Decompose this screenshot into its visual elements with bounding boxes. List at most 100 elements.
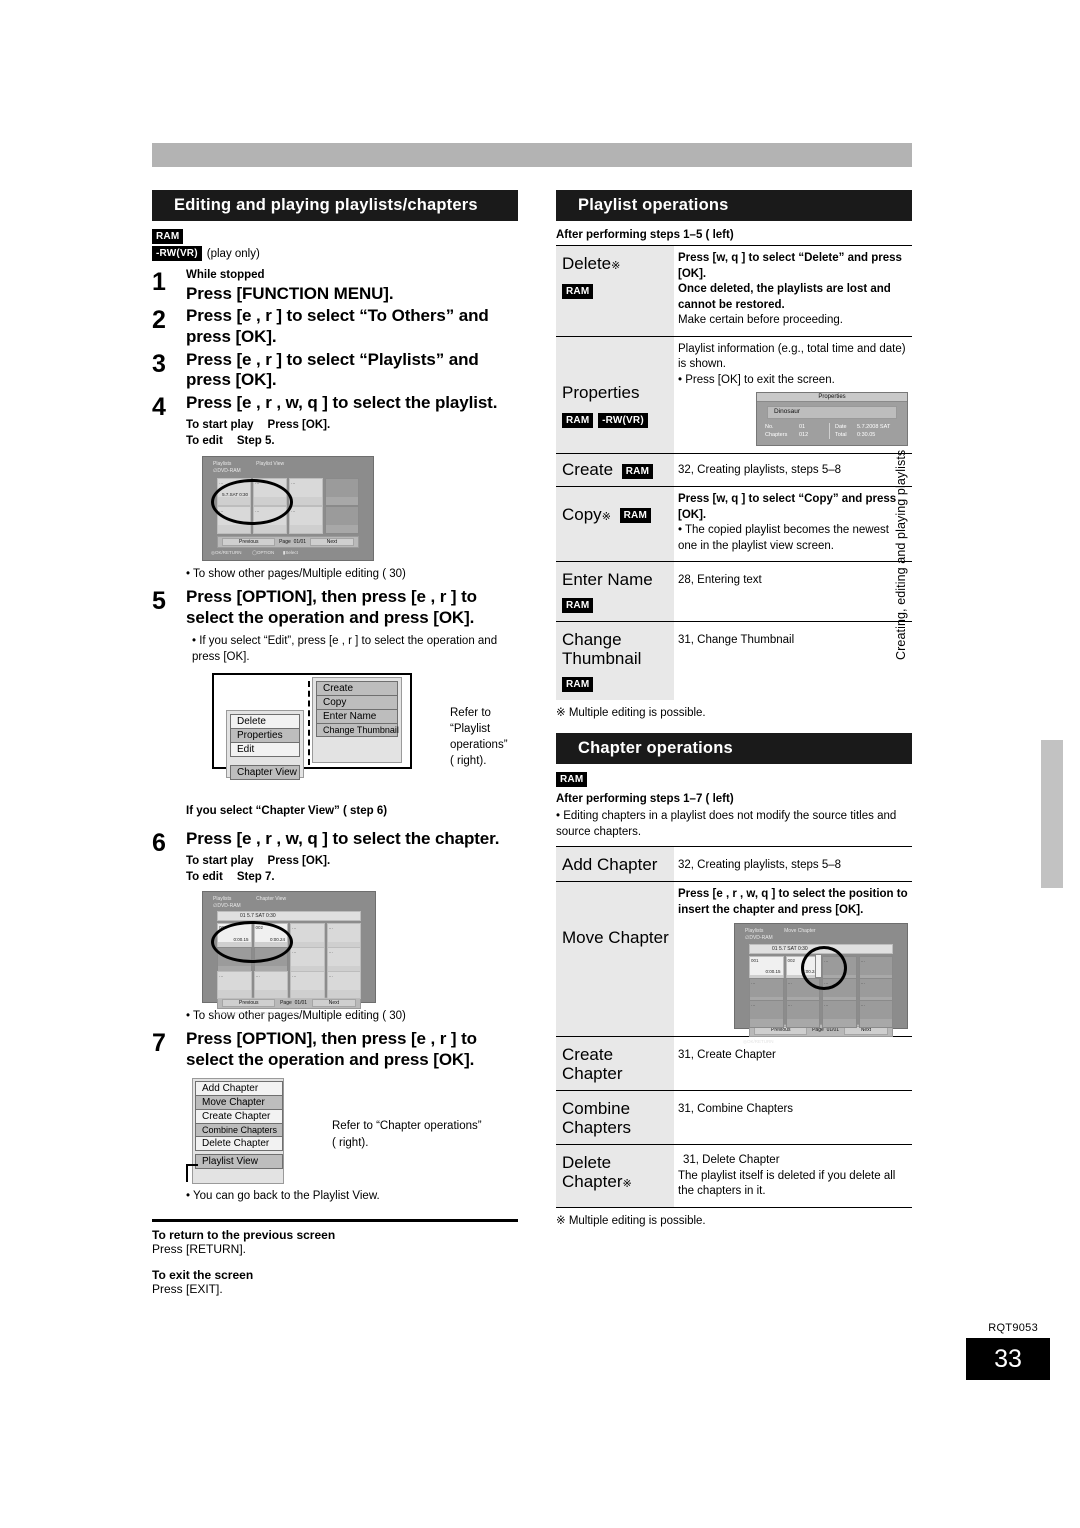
refer-arrow-icon	[410, 709, 444, 729]
chapter-cell[interactable]: …	[822, 999, 857, 1028]
delete-chapter-label: Delete Chapter	[562, 1153, 623, 1192]
create-chapter-ref: 31, Create Chapter	[678, 1049, 776, 1062]
rwvr-badge: -RW(VR)	[598, 412, 648, 428]
move-chapter-screen: Playlists Move Chapter ∅DVD-RAM 01 5.7 S…	[734, 923, 908, 1044]
menu-item-playlist-view[interactable]: Playlist View	[195, 1154, 283, 1170]
step-6-sub-1-label: To start play	[186, 854, 254, 867]
menu-item-delete[interactable]: Delete	[230, 713, 300, 729]
add-chapter-ref: 32, Creating playlists, steps 5–8	[678, 859, 842, 872]
manual-page: Creating, editing and playing playlists …	[0, 0, 1080, 1528]
step-4-sub-1-value: Press [OK].	[267, 418, 331, 431]
step-5: 5 Press [OPTION], then press [e , r ] to…	[152, 587, 518, 819]
row-desc-delete: Press [w, q ] to select “Delete” and pre…	[674, 245, 912, 337]
menu-item-properties[interactable]: Properties	[230, 727, 300, 743]
menu-item-move-chapter[interactable]: Move Chapter	[195, 1095, 283, 1111]
row-label-delete: Delete※ RAM	[556, 245, 674, 337]
exit-note-body: Press [EXIT].	[152, 1281, 223, 1296]
step-6-sub-2: To edit Step 7.	[186, 869, 518, 885]
properties-desc-2: • Press [OK] to exit the screen.	[678, 373, 835, 386]
bottom-divider	[152, 1218, 518, 1222]
playlist-cell[interactable]	[325, 505, 359, 534]
row-label-move-chapter: Move Chapter	[556, 881, 674, 1037]
menu-item-enter-name[interactable]: Enter Name	[316, 708, 398, 724]
chapter-multi-note: ※ Multiple editing is possible.	[556, 1206, 912, 1227]
step-1-preline: While stopped	[186, 269, 265, 281]
option-hint: ◯OPTION	[252, 549, 275, 555]
playlist-cell[interactable]: …	[289, 477, 323, 506]
chapter-cell[interactable]: …	[785, 999, 820, 1028]
table-row-move-chapter: Move Chapter Press [e , r , w, q ] to se…	[556, 881, 912, 1044]
chapter-cell[interactable]: …	[217, 971, 252, 1000]
delete-chapter-ref: 31, Delete Chapter	[683, 1154, 780, 1167]
ram-badge: RAM	[562, 412, 594, 428]
top-gray-band	[152, 143, 912, 167]
chapter-view-screen: Playlists Chapter View ∅DVD-RAM 01 5.7 S…	[202, 890, 376, 1016]
menu-item-create-chapter[interactable]: Create Chapter	[195, 1109, 283, 1125]
enter-name-ref: 28, Entering text	[678, 574, 762, 587]
row-label-delete-chapter: Delete Chapter※	[556, 1144, 674, 1207]
properties-info-right: Date 5.7.2008 SAT Total 0:30.05	[829, 422, 899, 440]
chapter-cell[interactable]: …	[253, 971, 288, 1000]
table-row-create: Create RAM 32, Creating playlists, steps…	[556, 453, 912, 487]
chapter-cell[interactable]: …	[290, 971, 325, 1000]
manual-code: RQT9053	[988, 1322, 1038, 1334]
step-5-menu-diagram: Create Copy Enter Name Change Thumbnail …	[212, 672, 518, 801]
menu-item-delete-chapter[interactable]: Delete Chapter	[195, 1136, 283, 1152]
change-thumbnail-ref: 31, Change Thumbnail	[678, 634, 795, 647]
chapter-cell[interactable]: …	[858, 999, 893, 1028]
step-2-number: 2	[152, 306, 166, 335]
refer-arrow-icon	[288, 1120, 322, 1140]
menu-item-create[interactable]: Create	[316, 680, 398, 696]
refer-line-1: Refer to “Chapter operations”	[332, 1120, 482, 1133]
menu-item-combine-chapters[interactable]: Combine Chapters	[195, 1123, 283, 1138]
chapter-cell[interactable]: …	[326, 971, 361, 1000]
badge-ram-line: RAM	[152, 229, 518, 244]
previous-button[interactable]: Previous	[222, 537, 276, 546]
menu-item-copy[interactable]: Copy	[316, 694, 398, 710]
menu-item-change-thumbnail[interactable]: Change Thumbnail	[316, 722, 399, 737]
refer-line-2: ( right).	[332, 1136, 369, 1149]
playlist-cell[interactable]: …	[289, 505, 323, 534]
step-6-sub-1-value: Press [OK].	[267, 854, 331, 867]
step-1: 1 While stopped Press [FUNCTION MENU].	[152, 268, 518, 304]
next-button[interactable]: Next	[311, 999, 356, 1008]
row-desc-move-chapter: Press [e , r , w, q ] to select the posi…	[674, 881, 912, 1044]
return-note-body: Press [RETURN].	[152, 1241, 247, 1256]
copy-desc-1: Press [w, q ] to select “Copy” and press…	[678, 493, 897, 521]
rwvr-badge: -RW(VR)	[152, 246, 202, 261]
select-hint: ▮Select	[282, 549, 298, 555]
move-chapter-footer: ◎OK/RETURN	[735, 1037, 907, 1048]
chapter-view-header: Playlists Chapter View ∅DVD-RAM	[213, 895, 287, 909]
chapter-after-line: After performing steps 1–7 ( left)	[556, 793, 734, 806]
step-2-text: Press [e , r ] to select “To Others” and…	[186, 306, 489, 346]
rwvr-note: (play only)	[206, 247, 260, 260]
playlist-cell[interactable]	[325, 477, 359, 506]
chapter-cell[interactable]: …	[749, 999, 784, 1028]
previous-button[interactable]: Previous	[222, 999, 276, 1008]
create-label: Create	[562, 460, 614, 480]
menu-item-add-chapter[interactable]: Add Chapter	[195, 1081, 283, 1097]
row-desc-delete-chapter: 31, Delete Chapter The playlist itself i…	[674, 1144, 912, 1207]
properties-date-value: 5.7.2008 SAT	[857, 423, 891, 430]
create-ref: 32, Creating playlists, steps 5–8	[678, 464, 842, 477]
table-row-combine-chapters: Combine Chapters 31, Combine Chapters	[556, 1090, 912, 1145]
step-7-bullet-after: • You can go back to the Playlist View.	[186, 1190, 380, 1203]
next-button[interactable]: Next	[309, 537, 354, 546]
step-4-sub-2-value: Step 5.	[236, 435, 275, 448]
chapter-option-menu: Add Chapter Move Chapter Create Chapter …	[195, 1081, 283, 1170]
table-row-change-thumbnail: Change Thumbnail RAM 31, Change Thumbnai…	[556, 621, 912, 701]
ram-badge: RAM	[562, 677, 594, 693]
properties-label: Properties	[562, 382, 640, 402]
menu-item-edit[interactable]: Edit	[230, 741, 300, 757]
row-desc-enter-name: 28, Entering text	[674, 561, 912, 622]
menu-item-chapter-view[interactable]: Chapter View	[230, 764, 300, 780]
step-6-text: Press [e , r , w, q ] to select the chap…	[186, 828, 500, 848]
table-row-copy: Copy※ RAM Press [w, q ] to select “Copy”…	[556, 485, 912, 562]
table-row-delete-chapter: Delete Chapter※ 31, Delete Chapter The p…	[556, 1144, 912, 1207]
step-3-text: Press [e , r ] to select “Playlists” and…	[186, 349, 479, 390]
ram-badge: RAM	[562, 284, 594, 300]
step-5-text: Press [OPTION], then press [e , r ] to s…	[186, 587, 477, 627]
delete-label: Delete	[562, 254, 612, 273]
create-chapter-label: Create Chapter	[562, 1045, 623, 1084]
step-5-bullet: • If you select “Edit”, press [e , r ] t…	[192, 634, 498, 663]
